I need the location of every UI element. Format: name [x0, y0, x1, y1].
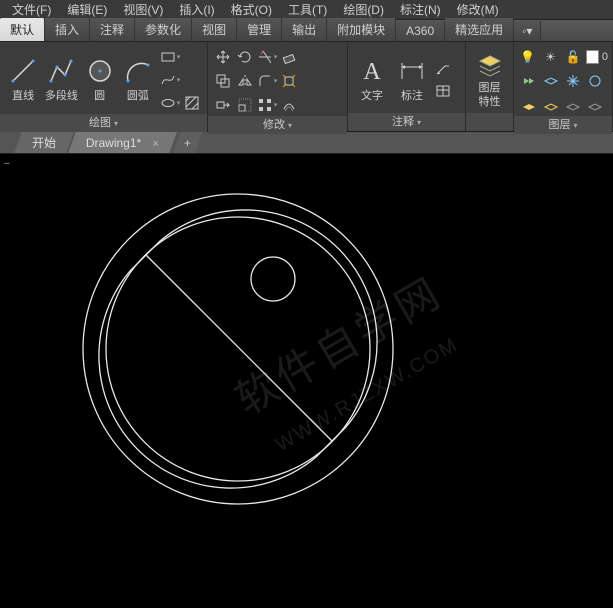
panel-draw: 直线 多段线 圆 圆弧 — [0, 42, 208, 131]
ribbon-tab-expander[interactable]: ◦▾ — [514, 21, 541, 41]
rotate-button[interactable] — [234, 46, 256, 68]
circle-label: 圆 — [94, 87, 105, 103]
mirror-button[interactable] — [234, 70, 256, 92]
text-button[interactable]: A 文字 — [352, 55, 392, 105]
text-label: 文字 — [361, 87, 383, 103]
ribbon-tab-a360[interactable]: A360 — [396, 21, 445, 41]
table-button[interactable] — [432, 80, 454, 102]
plus-icon: + — [185, 136, 192, 150]
lock-icon[interactable]: 🔓 — [563, 46, 583, 68]
text-icon: A — [358, 57, 386, 85]
ribbon-tab-parametric[interactable]: 参数化 — [135, 18, 192, 41]
hatch-button[interactable] — [181, 92, 203, 114]
circle-icon — [86, 57, 114, 85]
panel-layers: 💡 ☀ 🔓 0 图层 — [514, 42, 613, 131]
menu-insert[interactable]: 插入(I) — [173, 1, 220, 18]
panel-layerprop-title — [466, 113, 513, 131]
stretch-button[interactable] — [212, 94, 234, 116]
line-icon — [9, 57, 37, 85]
doc-tab-start-label: 开始 — [32, 134, 56, 151]
dimension-label: 标注 — [401, 87, 423, 103]
panel-draw-title[interactable]: 绘图 — [0, 114, 207, 132]
ribbon-tab-output[interactable]: 输出 — [282, 18, 327, 41]
ribbon-tab-view[interactable]: 视图 — [192, 18, 237, 41]
menu-bar: 文件(F) 编辑(E) 视图(V) 插入(I) 格式(O) 工具(T) 绘图(D… — [0, 0, 613, 20]
layer-state-button[interactable] — [518, 70, 540, 92]
document-tabs: 开始 Drawing1* × + — [0, 132, 613, 154]
layer-isolate-button[interactable] — [540, 70, 562, 92]
layer-freeze-button[interactable] — [562, 70, 584, 92]
line-label: 直线 — [12, 87, 34, 103]
ribbon-tabstrip: 默认 插入 注释 参数化 视图 管理 输出 附加模块 A360 精选应用 ◦▾ — [0, 20, 613, 42]
panel-modify-title[interactable]: 修改 — [208, 116, 347, 134]
ribbon-tab-annotate[interactable]: 注释 — [90, 18, 135, 41]
dimension-icon — [398, 57, 426, 85]
polyline-button[interactable]: 多段线 — [42, 55, 80, 105]
ribbon-tab-manage[interactable]: 管理 — [237, 18, 282, 41]
layer-properties-button[interactable]: 图层 特性 — [470, 50, 510, 110]
panel-annotate-title[interactable]: 注释 — [348, 113, 465, 131]
lightbulb-icon[interactable]: 💡 — [518, 46, 538, 68]
ribbon-tab-addins[interactable]: 附加模块 — [327, 18, 396, 41]
menu-dimension[interactable]: 标注(N) — [394, 1, 447, 18]
leader-button[interactable] — [432, 57, 454, 79]
array-button[interactable] — [256, 94, 278, 116]
menu-draw[interactable]: 绘图(D) — [337, 1, 390, 18]
menu-format[interactable]: 格式(O) — [225, 1, 278, 18]
menu-file[interactable]: 文件(F) — [6, 1, 57, 18]
close-icon[interactable]: × — [153, 138, 159, 150]
layer-change-button[interactable] — [584, 94, 606, 116]
arc-label: 圆弧 — [127, 87, 149, 103]
line-button[interactable]: 直线 — [4, 55, 42, 105]
layer-properties-label-2: 特性 — [479, 96, 501, 108]
doc-tab-drawing1[interactable]: Drawing1* × — [68, 132, 177, 153]
ribbon-tab-insert[interactable]: 插入 — [45, 18, 90, 41]
polyline-icon — [47, 57, 75, 85]
trim-button[interactable] — [256, 46, 278, 68]
circle-button[interactable]: 圆 — [81, 55, 119, 105]
svg-text:A: A — [363, 59, 381, 85]
layer-previous-button[interactable] — [540, 94, 562, 116]
menu-edit[interactable]: 编辑(E) — [61, 1, 113, 18]
panel-annotate: A 文字 标注 注释 — [348, 42, 466, 131]
ellipse-button[interactable] — [159, 92, 181, 114]
layer-walk-button[interactable] — [562, 94, 584, 116]
sun-icon[interactable]: ☀ — [541, 46, 561, 68]
ribbon: 直线 多段线 圆 圆弧 — [0, 42, 613, 132]
menu-modify[interactable]: 修改(M) — [451, 1, 505, 18]
copy-button[interactable] — [212, 70, 234, 92]
new-doc-button[interactable]: + — [173, 132, 203, 153]
arc-icon — [124, 57, 152, 85]
layer-properties-label-1: 图层 — [479, 82, 501, 94]
offset-button[interactable] — [278, 94, 300, 116]
rectangle-button[interactable] — [159, 46, 181, 68]
ribbon-tab-featured[interactable]: 精选应用 — [445, 18, 514, 41]
layer-name[interactable]: 0 — [602, 51, 608, 63]
drawing-canvas[interactable]: – 软件自学网 WWW.RJZXW.COM — [0, 154, 613, 608]
panel-layers-title[interactable]: 图层 — [514, 116, 612, 134]
spline-button[interactable] — [159, 69, 181, 91]
layer-match-button[interactable] — [518, 94, 540, 116]
menu-view[interactable]: 视图(V) — [117, 1, 169, 18]
erase-button[interactable] — [278, 46, 300, 68]
layer-color-swatch[interactable] — [586, 50, 599, 64]
doc-tab-start[interactable]: 开始 — [14, 132, 74, 153]
polyline-label: 多段线 — [45, 87, 78, 103]
panel-modify: 修改 — [208, 42, 348, 131]
ribbon-tab-default[interactable]: 默认 — [0, 18, 45, 41]
scale-button[interactable] — [234, 94, 256, 116]
menu-tools[interactable]: 工具(T) — [282, 1, 333, 18]
move-button[interactable] — [212, 46, 234, 68]
layer-off-button[interactable] — [584, 70, 606, 92]
dimension-button[interactable]: 标注 — [392, 55, 432, 105]
doc-tab-drawing1-label: Drawing1* — [86, 136, 141, 150]
ucs-mark: – — [4, 158, 10, 169]
arc-button[interactable]: 圆弧 — [119, 55, 157, 105]
drawing-content — [0, 154, 613, 608]
explode-button[interactable] — [278, 70, 300, 92]
layer-properties-icon — [476, 52, 504, 80]
fillet-button[interactable] — [256, 70, 278, 92]
panel-layer-properties: 图层 特性 — [466, 42, 514, 131]
